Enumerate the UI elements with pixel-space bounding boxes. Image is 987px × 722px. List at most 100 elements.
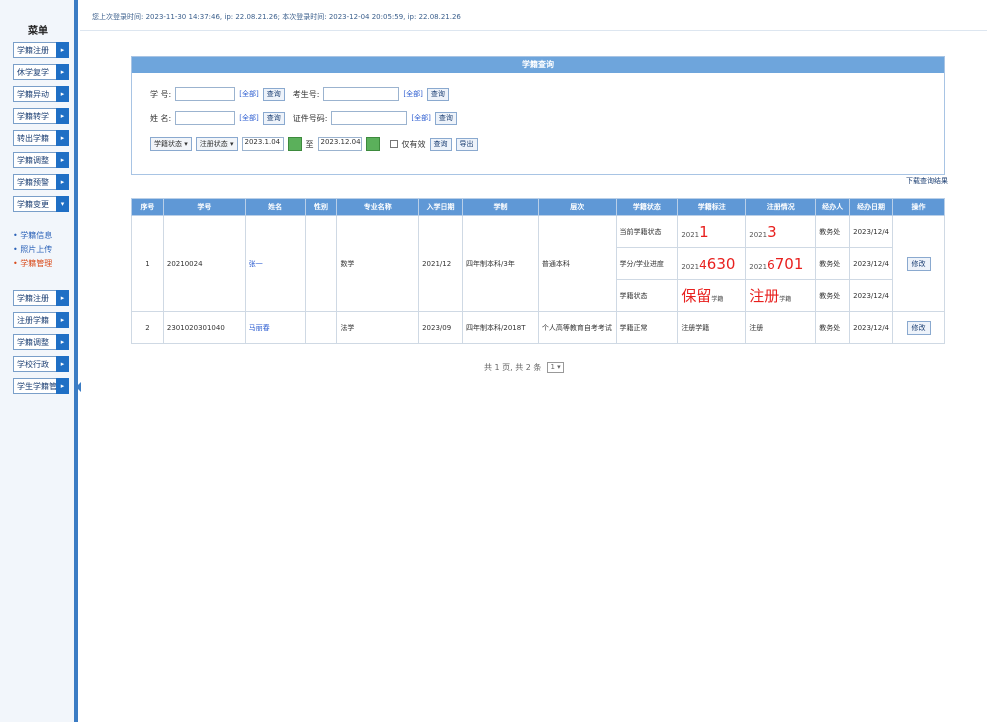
expand-icon: ▸ <box>56 355 69 372</box>
cell-status: 学籍状态 <box>615 279 679 312</box>
exam-no-all-link[interactable]: [全部] <box>403 89 422 99</box>
expand-icon: ▾ <box>56 195 69 212</box>
col-header: 性别 <box>304 198 338 216</box>
student-no-input[interactable] <box>175 87 236 101</box>
cell-name-link[interactable]: 马丽春 <box>244 311 306 344</box>
query-panel-title: 学籍查询 <box>132 57 944 73</box>
exam-no-label: 考生号: <box>292 89 320 99</box>
date-from-input[interactable]: 2023.1.04 <box>241 137 284 151</box>
student-no-label: 学 号: <box>150 89 172 99</box>
sidebar-title: 菜单 <box>28 26 48 37</box>
expand-icon: ▸ <box>56 151 69 168</box>
col-header: 序号 <box>131 198 164 216</box>
status-select[interactable]: 学籍状态 ▾ <box>150 137 192 151</box>
expand-icon: ▸ <box>56 311 69 328</box>
sidebar-button-5[interactable]: 转出学籍 ▸ <box>13 129 69 146</box>
cell-level: 普通本科 <box>537 215 617 312</box>
col-header: 专业名称 <box>336 198 420 216</box>
cell-index: 2 <box>131 311 164 344</box>
sidebar-link-info[interactable]: • 学籍信息 <box>13 230 52 241</box>
date-to-input[interactable]: 2023.12.04 <box>317 137 362 151</box>
sidebar-button-8[interactable]: 学籍变更 ▾ <box>13 195 69 212</box>
query-button[interactable]: 查询 <box>429 137 452 151</box>
cell-date: 2023/12/4 <box>849 215 894 248</box>
cell-status: 学籍正常 <box>615 311 679 344</box>
cell-register: 20216701 <box>745 247 817 280</box>
cell-gender <box>304 215 338 312</box>
table-row: 2 2301020301040 马丽春 法学 2023/09 四年制本科/201… <box>131 311 945 344</box>
register-select[interactable]: 注册状态 ▾ <box>195 137 238 151</box>
expand-icon: ▸ <box>56 129 69 146</box>
cell-student-no: 2301020301040 <box>162 311 246 344</box>
table-header-row: 序号 学号 姓名 性别 专业名称 入学日期 学制 层次 学籍状态 学籍标注 注册… <box>131 198 945 216</box>
sidebar-button-12[interactable]: 学校行政 ▸ <box>13 355 69 372</box>
calendar-icon[interactable] <box>365 137 380 151</box>
name-all-link[interactable]: [全部] <box>239 113 258 123</box>
expand-icon: ▸ <box>56 107 69 124</box>
cell-major: 数学 <box>336 215 420 312</box>
sidebar-button-6[interactable]: 学籍调整 ▸ <box>13 151 69 168</box>
export-button[interactable]: 导出 <box>455 137 478 151</box>
cell-index: 1 <box>131 215 164 312</box>
sidebar-button-3[interactable]: 学籍异动 ▸ <box>13 85 69 102</box>
page-select[interactable]: 1 ▾ <box>547 362 564 373</box>
cell-status: 学分/学业进度 <box>615 247 679 280</box>
cell-handler: 教务处 <box>815 215 851 248</box>
cell-level: 个人高等教育自考考试 <box>537 311 617 344</box>
cell-mark: 20211 <box>677 215 747 248</box>
id-no-query-button[interactable]: 查询 <box>434 111 457 125</box>
col-header: 经办日期 <box>849 198 894 216</box>
name-input[interactable] <box>175 111 236 125</box>
cell-register: 20213 <box>745 215 817 248</box>
col-header: 操作 <box>892 198 945 216</box>
sidebar-button-7[interactable]: 学籍预警 ▸ <box>13 173 69 190</box>
cell-register: 注册学籍 <box>745 279 817 312</box>
pager-text: 共 1 页, 共 2 条 <box>484 363 542 372</box>
collapse-arrow-icon[interactable] <box>76 382 81 392</box>
id-no-label: 证件号码: <box>292 113 328 123</box>
valid-only-checkbox[interactable] <box>389 140 398 148</box>
expand-icon: ▸ <box>56 85 69 102</box>
query-panel: 学籍查询 学 号: [全部] 查询 考生号: [全部] 查询 姓 名: [全部]… <box>131 56 945 175</box>
cell-handler: 教务处 <box>815 279 851 312</box>
cell-mark: 20214630 <box>677 247 747 280</box>
divider <box>80 30 987 31</box>
student-no-query-button[interactable]: 查询 <box>262 87 285 101</box>
sidebar-link-manage[interactable]: • 学籍管理 <box>13 258 52 269</box>
sidebar-button-2[interactable]: 休学复学 ▸ <box>13 63 69 80</box>
expand-icon: ▸ <box>56 377 69 394</box>
id-no-input[interactable] <box>331 111 408 125</box>
sidebar-divider[interactable] <box>74 0 78 722</box>
calendar-icon[interactable] <box>287 137 302 151</box>
cell-operation: 修改 <box>892 311 945 344</box>
edit-button[interactable]: 修改 <box>906 256 931 271</box>
col-header: 学籍标注 <box>677 198 747 216</box>
cell-handler: 教务处 <box>815 311 851 344</box>
cell-student-no: 20210024 <box>162 215 246 312</box>
download-results-link[interactable]: 下载查询结果 <box>906 176 948 186</box>
exam-no-query-button[interactable]: 查询 <box>426 87 449 101</box>
edit-button[interactable]: 修改 <box>906 320 931 335</box>
id-no-all-link[interactable]: [全部] <box>411 113 430 123</box>
cell-register: 注册 <box>745 311 817 344</box>
cell-date: 2023/12/4 <box>849 279 894 312</box>
sidebar-button-1[interactable]: 学籍注册 ▸ <box>13 41 69 58</box>
col-header: 经办人 <box>815 198 851 216</box>
table-row: 1 20210024 张一 数学 2021/12 四年制本科/3年 普通本科 当… <box>131 215 945 312</box>
col-header: 层次 <box>537 198 617 216</box>
sidebar-button-11[interactable]: 学籍调整 ▸ <box>13 333 69 350</box>
sidebar-button-13[interactable]: 学生学籍管理▸ <box>13 377 69 394</box>
cell-duration: 四年制本科/2018T <box>462 311 539 344</box>
sidebar-button-10[interactable]: 注册学籍 ▸ <box>13 311 69 328</box>
cell-handler: 教务处 <box>815 247 851 280</box>
student-no-all-link[interactable]: [全部] <box>239 89 258 99</box>
exam-no-input[interactable] <box>323 87 400 101</box>
sidebar-button-4[interactable]: 学籍转学 ▸ <box>13 107 69 124</box>
sidebar-link-photo[interactable]: • 照片上传 <box>13 244 52 255</box>
cell-name-link[interactable]: 张一 <box>244 215 306 312</box>
name-query-button[interactable]: 查询 <box>262 111 285 125</box>
col-header: 注册情况 <box>745 198 817 216</box>
cell-entry: 2023/09 <box>418 311 464 344</box>
sidebar-button-9[interactable]: 学籍注册 ▸ <box>13 289 69 306</box>
query-row-2: 姓 名: [全部] 查询 证件号码: [全部] 查询 <box>150 111 457 125</box>
